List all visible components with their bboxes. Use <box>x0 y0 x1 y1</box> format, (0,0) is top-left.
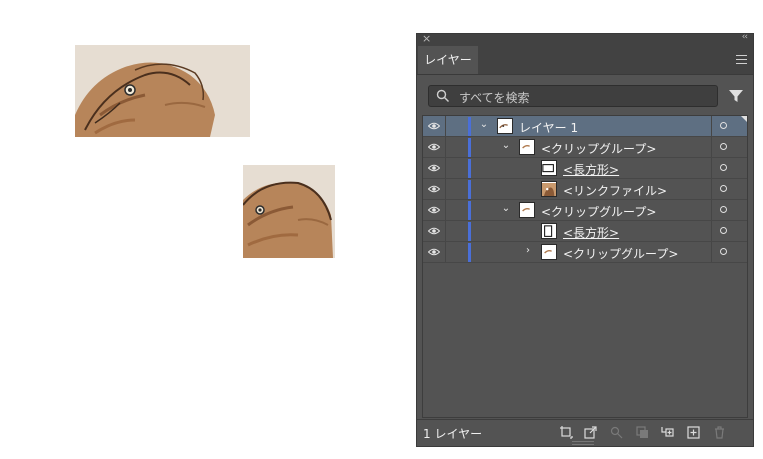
layer-label[interactable]: レイヤー 1 <box>519 119 578 136</box>
column-separator <box>711 179 712 199</box>
layer-row[interactable]: ⌄ <クリップグループ> <box>423 137 747 158</box>
collapse-icon[interactable]: ‹‹ <box>742 32 748 42</box>
layer-row[interactable]: <リンクファイル> <box>423 179 747 200</box>
target-circle-icon[interactable] <box>720 164 727 171</box>
layer-color-bar <box>468 180 471 199</box>
visibility-eye-icon[interactable] <box>428 143 440 151</box>
layer-row[interactable]: › <クリップグループ> <box>423 242 747 263</box>
layer-count: 1 レイヤー <box>423 427 483 441</box>
lock-column[interactable] <box>445 200 446 220</box>
lock-column[interactable] <box>445 116 446 136</box>
search-icon <box>436 89 449 102</box>
canvas-artwork-square[interactable] <box>243 165 335 258</box>
layer-label[interactable]: <クリップグループ> <box>541 203 656 220</box>
layer-thumbnail <box>519 202 535 218</box>
canvas-artwork-wide[interactable] <box>75 45 250 137</box>
export-icon[interactable] <box>584 426 597 439</box>
column-separator <box>711 221 712 241</box>
target-circle-icon[interactable] <box>720 206 727 213</box>
make-clipping-mask-icon[interactable] <box>636 426 649 439</box>
layer-label[interactable]: <クリップグループ> <box>541 140 656 157</box>
layer-label[interactable]: <リンクファイル> <box>563 182 667 199</box>
layer-label[interactable]: <長方形> <box>563 224 619 241</box>
search-placeholder: すべてを検索 <box>459 91 530 105</box>
lock-column[interactable] <box>445 242 446 262</box>
search-input[interactable]: すべてを検索 <box>428 85 718 107</box>
layer-label[interactable]: <長方形> <box>563 161 619 178</box>
tab-layers[interactable]: レイヤー <box>418 46 478 74</box>
layer-thumbnail <box>541 160 557 176</box>
layer-color-bar <box>468 159 471 178</box>
locate-object-icon[interactable] <box>610 426 623 439</box>
chevron-down-icon[interactable]: ⌄ <box>501 203 511 214</box>
hamburger-menu-icon[interactable] <box>736 55 747 64</box>
column-separator <box>711 242 712 262</box>
layer-label[interactable]: <クリップグループ> <box>563 245 678 262</box>
chevron-down-icon[interactable]: ⌄ <box>501 140 511 151</box>
lock-column[interactable] <box>445 158 446 178</box>
visibility-eye-icon[interactable] <box>428 122 440 130</box>
layer-color-bar <box>468 243 471 262</box>
close-icon[interactable]: × <box>422 32 431 45</box>
lock-column[interactable] <box>445 137 446 157</box>
chevron-right-icon[interactable]: › <box>523 245 533 256</box>
visibility-eye-icon[interactable] <box>428 248 440 256</box>
target-circle-icon[interactable] <box>720 122 727 129</box>
layer-row[interactable]: ⌄ <クリップグループ> <box>423 200 747 221</box>
target-circle-icon[interactable] <box>720 227 727 234</box>
layer-thumbnail <box>541 244 557 260</box>
layer-thumbnail <box>497 118 513 134</box>
visibility-eye-icon[interactable] <box>428 227 440 235</box>
layer-row[interactable]: <長方形> <box>423 158 747 179</box>
collect-for-export-icon[interactable] <box>560 426 573 439</box>
layer-color-bar <box>468 138 471 157</box>
column-separator <box>711 200 712 220</box>
selection-corner-indicator <box>741 116 747 122</box>
layer-thumbnail <box>541 181 557 197</box>
layer-thumbnail <box>541 223 557 239</box>
column-separator <box>711 137 712 157</box>
layer-color-bar <box>468 201 471 220</box>
column-separator <box>711 116 712 136</box>
resize-grip[interactable] <box>572 441 594 445</box>
target-circle-icon[interactable] <box>720 143 727 150</box>
target-circle-icon[interactable] <box>720 248 727 255</box>
layers-panel: × ‹‹ レイヤー すべてを検索 ⌄ レイヤー 1 ⌄ <クリップグループ> <長方形>… <box>416 32 754 447</box>
layer-color-bar <box>468 222 471 241</box>
column-separator <box>711 158 712 178</box>
visibility-eye-icon[interactable] <box>428 164 440 172</box>
create-sublayer-icon[interactable] <box>661 426 674 439</box>
layer-row-top[interactable]: ⌄ レイヤー 1 <box>423 116 747 137</box>
layer-thumbnail <box>519 139 535 155</box>
chevron-down-icon[interactable]: ⌄ <box>479 119 489 130</box>
lock-column[interactable] <box>445 179 446 199</box>
visibility-eye-icon[interactable] <box>428 206 440 214</box>
panel-tab-row: レイヤー <box>417 46 753 75</box>
visibility-eye-icon[interactable] <box>428 185 440 193</box>
new-layer-icon[interactable] <box>687 426 700 439</box>
panel-titlebar[interactable]: × ‹‹ <box>417 32 753 46</box>
layers-list: ⌄ レイヤー 1 ⌄ <クリップグループ> <長方形> <リンクファイル> ⌄ <クリップグル… <box>422 115 748 418</box>
filter-icon[interactable] <box>729 89 743 103</box>
lock-column[interactable] <box>445 221 446 241</box>
layer-row[interactable]: <長方形> <box>423 221 747 242</box>
panel-footer: 1 レイヤー <box>417 419 753 446</box>
layer-color-bar <box>468 117 471 136</box>
delete-icon[interactable] <box>713 426 726 439</box>
target-circle-icon[interactable] <box>720 185 727 192</box>
